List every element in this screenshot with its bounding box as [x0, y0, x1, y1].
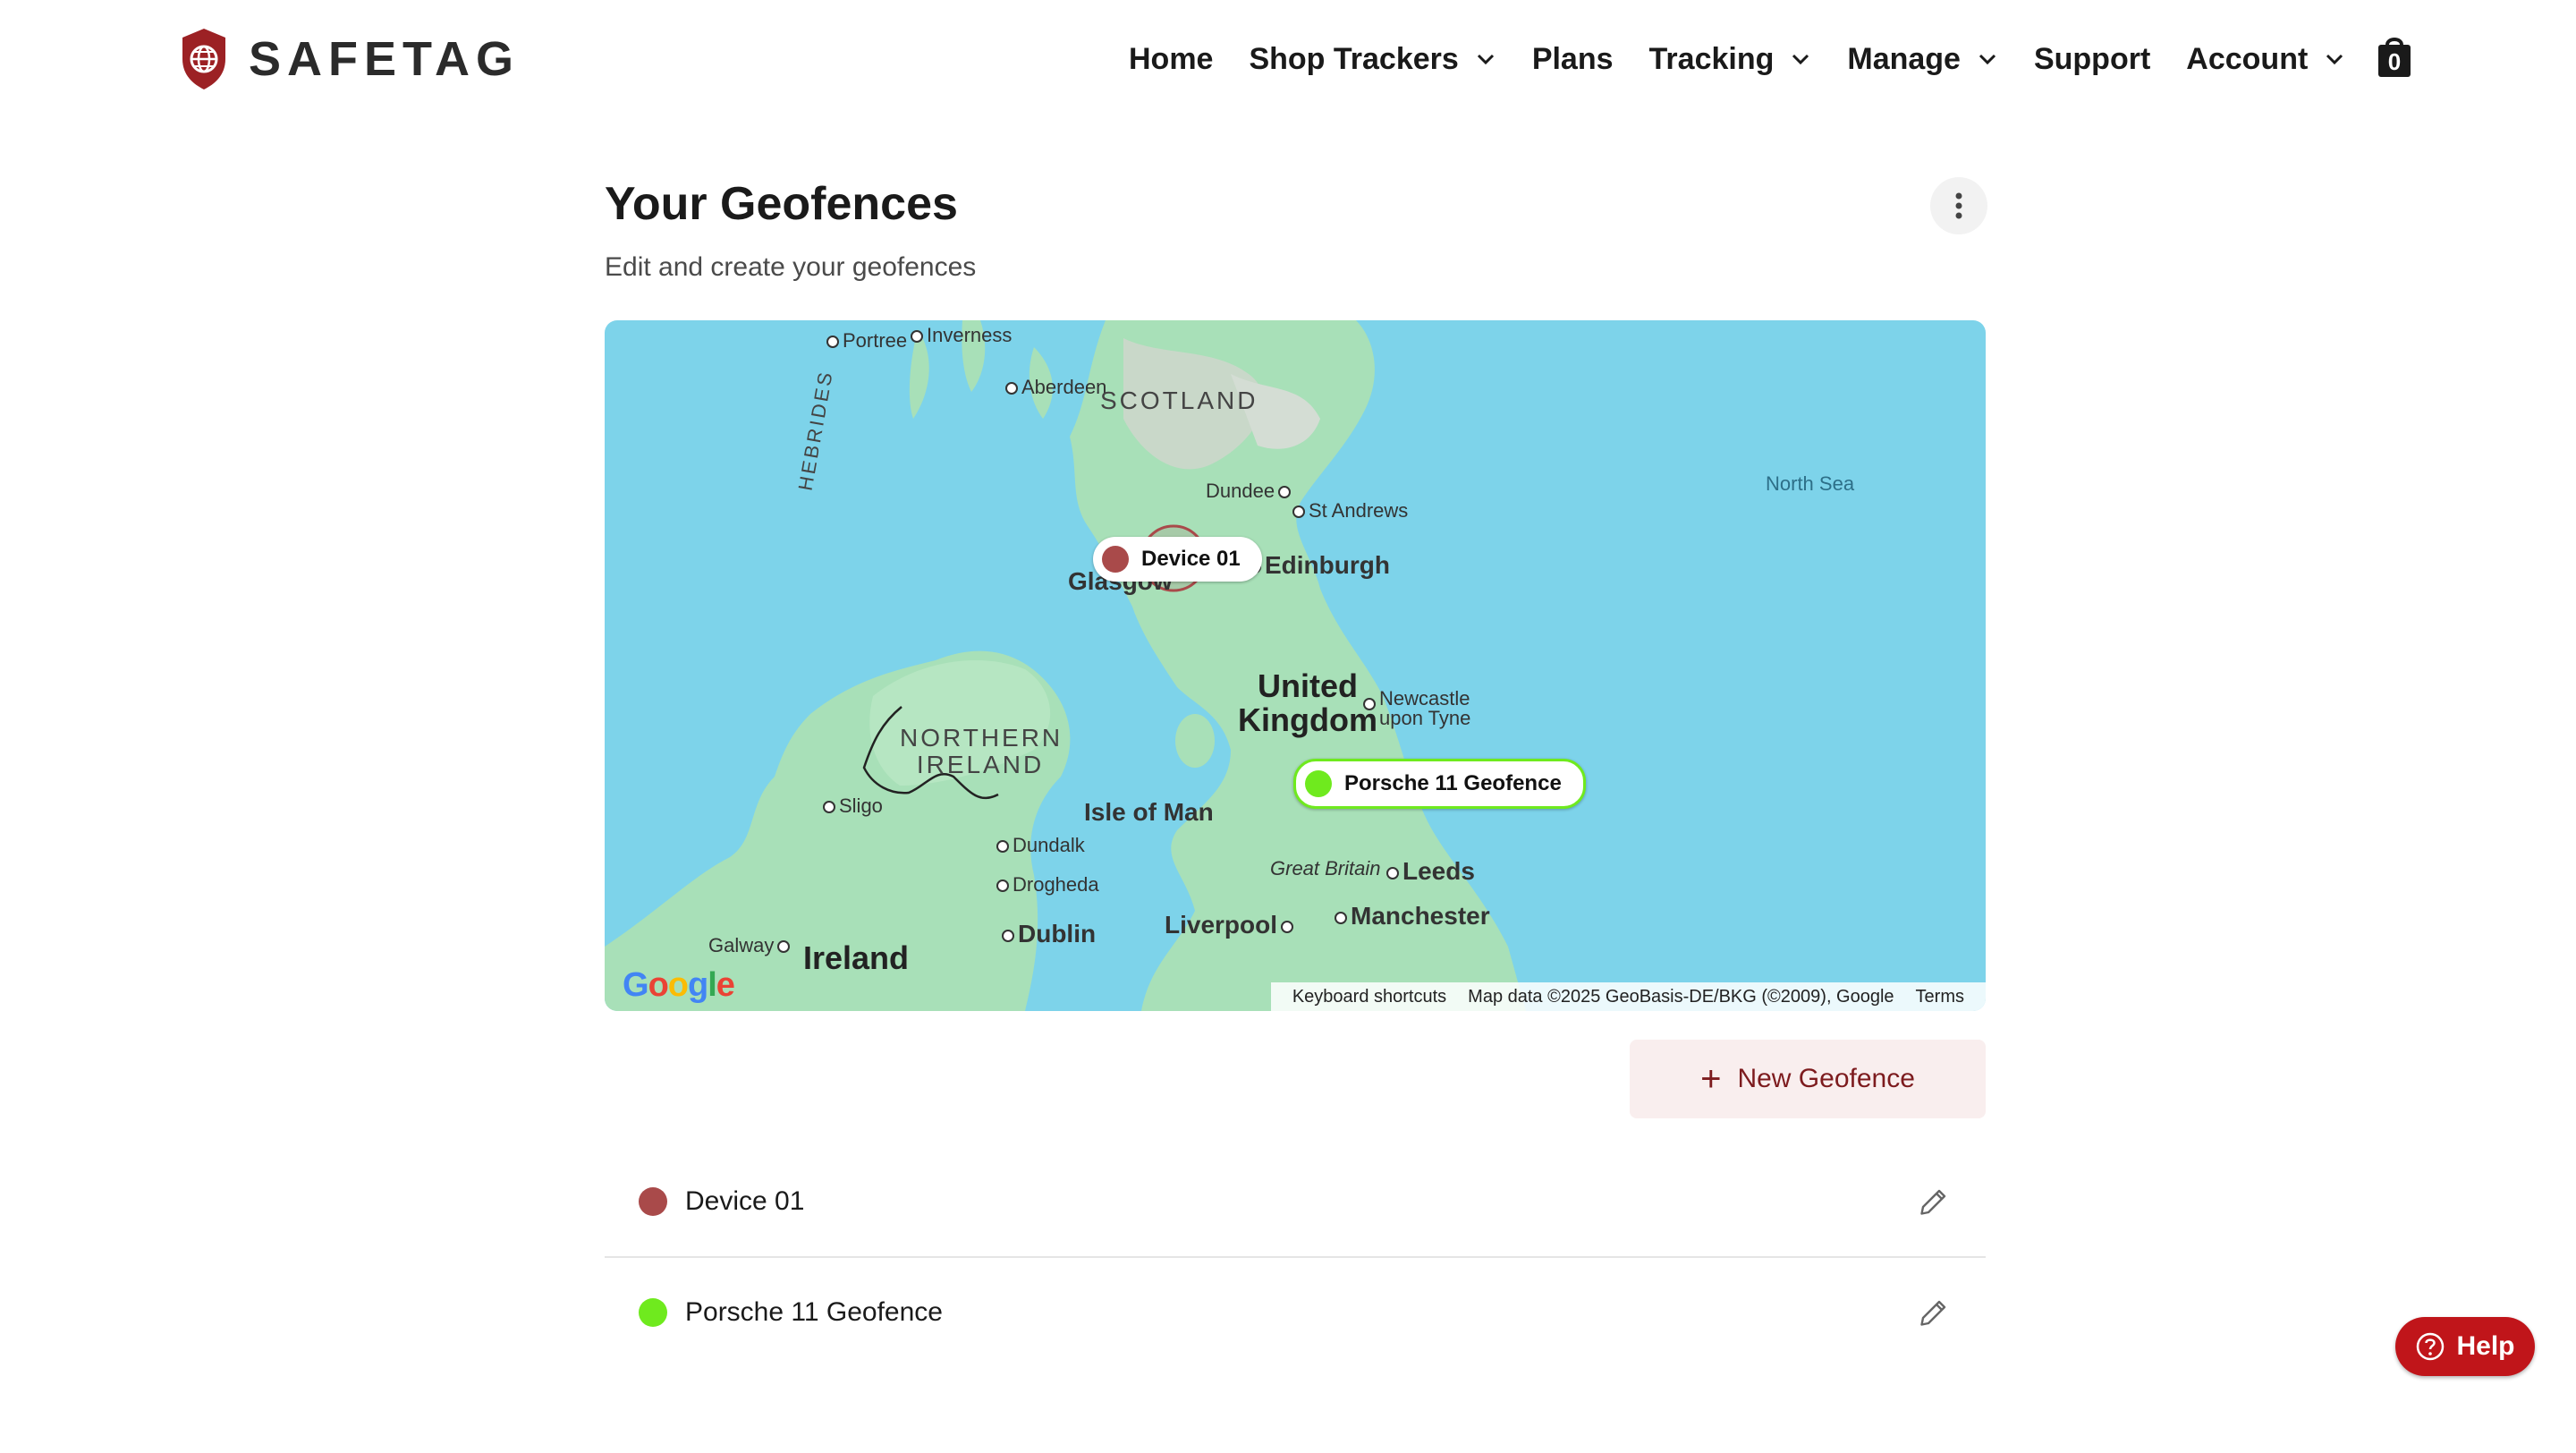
- cart-count: 0: [2387, 48, 2402, 75]
- nav-plans[interactable]: Plans: [1532, 42, 1614, 77]
- map-label-galway: Galway: [708, 934, 793, 957]
- pencil-icon[interactable]: [1918, 1296, 1950, 1329]
- plus-icon: +: [1700, 1058, 1722, 1099]
- page-title: Your Geofences: [605, 178, 958, 230]
- map-label-scotland: SCOTLAND: [1100, 387, 1258, 414]
- main-nav: Home Shop Trackers Plans Tracking Manage…: [1129, 32, 2381, 86]
- map-attribution: Keyboard shortcuts Map data ©2025 GeoBas…: [1270, 982, 1986, 1011]
- chevron-down-icon: [2326, 54, 2343, 65]
- geofence-row[interactable]: Porsche 11 Geofence: [605, 1256, 1986, 1367]
- help-label: Help: [2456, 1331, 2515, 1361]
- map-label-edinburgh: Edinburgh: [1245, 551, 1390, 580]
- more-vertical-icon: [1955, 192, 1962, 219]
- nav-manage-label: Manage: [1847, 41, 1961, 76]
- map-label-st-andrews: St Andrews: [1289, 499, 1408, 523]
- marker-color-dot: [1102, 546, 1129, 573]
- nav-account-label: Account: [2186, 41, 2309, 76]
- help-button[interactable]: Help: [2395, 1317, 2535, 1376]
- site-header: SAFETAG Home Shop Trackers Plans Trackin…: [0, 0, 2576, 116]
- new-geofence-button[interactable]: + New Geofence: [1630, 1040, 1986, 1118]
- geofence-color-dot: [639, 1187, 667, 1216]
- shield-globe-icon: [182, 29, 225, 89]
- safetag-logo[interactable]: SAFETAG: [179, 27, 520, 91]
- geofence-row[interactable]: Device 01: [605, 1147, 1986, 1256]
- map-marker-porsche-11[interactable]: Porsche 11 Geofence: [1293, 759, 1586, 809]
- map-label-inverness: Inverness: [907, 324, 1012, 347]
- map-label-leeds: Leeds: [1383, 857, 1475, 886]
- map-label-newcastle: Newcastle upon Tyne: [1363, 689, 1504, 728]
- map-label-liverpool: Liverpool: [1165, 911, 1297, 939]
- map-label-northern-ireland: NORTHERN IRELAND: [900, 724, 1063, 778]
- nav-support-label: Support: [2033, 41, 2151, 76]
- new-geofence-label: New Geofence: [1737, 1064, 1915, 1093]
- map-label-dublin: Dublin: [998, 920, 1096, 948]
- chevron-down-icon: [1979, 54, 1996, 65]
- page-subtitle: Edit and create your geofences: [605, 252, 977, 282]
- geofence-color-dot: [639, 1298, 667, 1327]
- map-label-portree: Portree: [823, 329, 907, 353]
- chevron-down-icon: [1477, 54, 1494, 65]
- map-label-north-sea: North Sea: [1766, 472, 1855, 495]
- question-circle-icon: [2417, 1332, 2445, 1361]
- geofence-name: Porsche 11 Geofence: [685, 1297, 943, 1327]
- nav-manage[interactable]: Manage: [1847, 42, 1998, 77]
- google-logo: Google: [623, 966, 735, 1004]
- cart-button[interactable]: 0: [2375, 32, 2414, 79]
- marker-label: Device 01: [1141, 547, 1241, 571]
- marker-label: Porsche 11 Geofence: [1344, 771, 1562, 795]
- terms-link[interactable]: Terms: [1916, 987, 1964, 1007]
- nav-tracking-label: Tracking: [1648, 41, 1775, 76]
- chevron-down-icon: [1792, 54, 1809, 65]
- map-label-dundalk: Dundalk: [993, 834, 1085, 857]
- map-marker-device-01[interactable]: Device 01: [1093, 537, 1262, 582]
- map-label-ireland: Ireland: [803, 939, 910, 976]
- map-label-manchester: Manchester: [1331, 902, 1490, 930]
- geofence-list: Device 01 Porsche 11 Geofence: [605, 1147, 1986, 1367]
- brand-name: SAFETAG: [249, 32, 520, 86]
- map-label-dundee: Dundee: [1206, 480, 1294, 503]
- nav-tracking[interactable]: Tracking: [1649, 42, 1812, 77]
- map-label-isle-of-man: Isle of Man: [1084, 798, 1214, 826]
- map-label-sligo: Sligo: [819, 794, 883, 818]
- geofence-map[interactable]: Portree Inverness Aberdeen SCOTLAND HEBR…: [605, 320, 1986, 1011]
- map-label-aberdeen: Aberdeen: [1002, 376, 1106, 399]
- nav-account[interactable]: Account: [2186, 42, 2345, 77]
- map-label-great-britain: Great Britain: [1270, 857, 1381, 879]
- nav-shop-trackers[interactable]: Shop Trackers: [1249, 42, 1496, 77]
- map-data-text: Map data ©2025 GeoBasis-DE/BKG (©2009), …: [1468, 986, 1894, 1007]
- nav-support[interactable]: Support: [2034, 42, 2150, 77]
- nav-shop-trackers-label: Shop Trackers: [1249, 41, 1459, 76]
- nav-home[interactable]: Home: [1129, 42, 1213, 77]
- map-label-drogheda: Drogheda: [993, 873, 1099, 896]
- nav-home-label: Home: [1129, 41, 1214, 76]
- keyboard-shortcuts-link[interactable]: Keyboard shortcuts: [1292, 987, 1446, 1007]
- pencil-icon[interactable]: [1918, 1185, 1950, 1218]
- geofence-name: Device 01: [685, 1186, 805, 1216]
- more-options-button[interactable]: [1930, 177, 1987, 234]
- nav-plans-label: Plans: [1531, 41, 1614, 76]
- marker-color-dot: [1305, 770, 1332, 797]
